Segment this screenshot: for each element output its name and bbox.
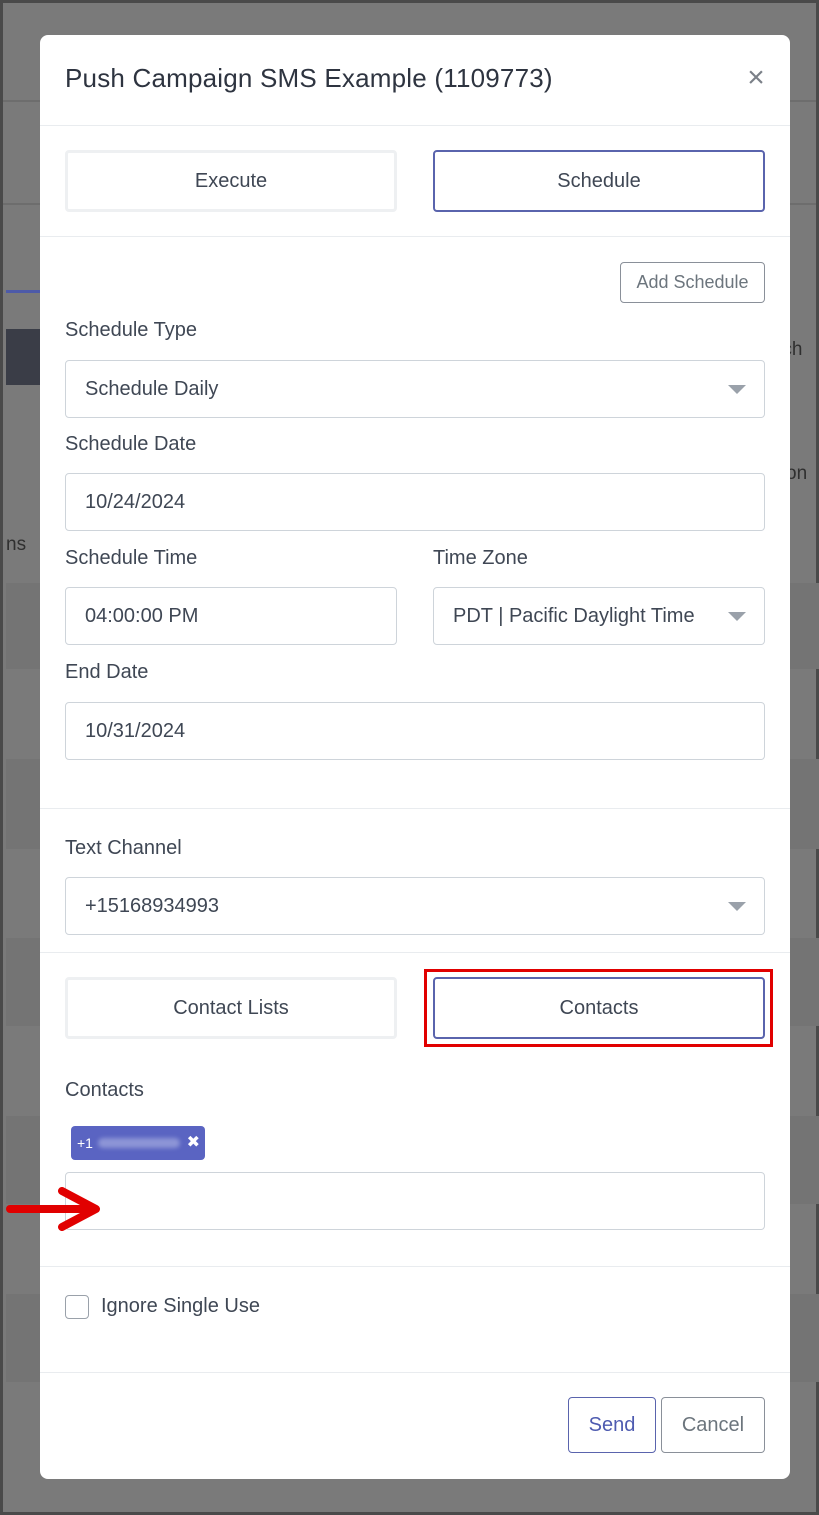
text-channel-label: Text Channel [65,837,182,859]
chevron-down-icon [728,385,746,394]
ignore-single-use-checkbox[interactable] [65,1295,89,1319]
schedule-time-input[interactable]: 04:00:00 PM [65,587,397,645]
redacted-number [98,1138,180,1148]
chevron-down-icon [728,612,746,621]
end-date-label: End Date [65,661,149,683]
chevron-down-icon [728,902,746,911]
time-zone-value: PDT | Pacific Daylight Time [453,605,695,627]
modal-title: Push Campaign SMS Example (1109773) [65,63,553,93]
contacts-button[interactable]: Contacts [433,977,765,1039]
section-divider [40,236,790,237]
footer-divider [40,1372,790,1373]
execute-button[interactable]: Execute [65,150,397,212]
push-campaign-modal: Push Campaign SMS Example (1109773) × Ex… [40,35,790,1479]
schedule-date-value: 10/24/2024 [85,491,186,513]
send-button[interactable]: Send [568,1397,656,1453]
contacts-search-input[interactable] [65,1172,765,1230]
add-schedule-button[interactable]: Add Schedule [620,262,765,303]
schedule-button[interactable]: Schedule [433,150,765,212]
bg-text-fragment: ns [6,534,27,555]
end-date-input[interactable]: 10/31/2024 [65,702,765,760]
cancel-button[interactable]: Cancel [661,1397,765,1453]
schedule-type-value: Schedule Daily [85,378,219,400]
text-channel-value: +15168934993 [85,895,220,917]
time-zone-select[interactable]: PDT | Pacific Daylight Time [433,587,765,645]
schedule-date-input[interactable]: 10/24/2024 [65,473,765,531]
section-divider [40,1266,790,1267]
close-icon[interactable]: × [741,61,771,95]
schedule-type-label: Schedule Type [65,319,197,341]
contact-tag-prefix: +1 [77,1135,93,1151]
modal-header: Push Campaign SMS Example (1109773) × [40,35,790,126]
remove-tag-icon[interactable]: ✖ [187,1126,200,1160]
schedule-time-label: Schedule Time [65,547,198,569]
red-arrow-icon [6,1187,100,1231]
schedule-date-label: Schedule Date [65,433,197,455]
section-divider [40,952,790,953]
ignore-single-use-label: Ignore Single Use [101,1295,260,1317]
text-channel-select[interactable]: +15168934993 [65,877,765,935]
contact-tag: +1 ✖ [71,1126,205,1160]
time-zone-label: Time Zone [433,547,528,569]
section-divider [40,808,790,809]
contact-lists-button[interactable]: Contact Lists [65,977,397,1039]
end-date-value: 10/31/2024 [85,720,186,742]
schedule-type-select[interactable]: Schedule Daily [65,360,765,418]
schedule-time-value: 04:00:00 PM [85,605,199,627]
contacts-label: Contacts [65,1079,144,1101]
